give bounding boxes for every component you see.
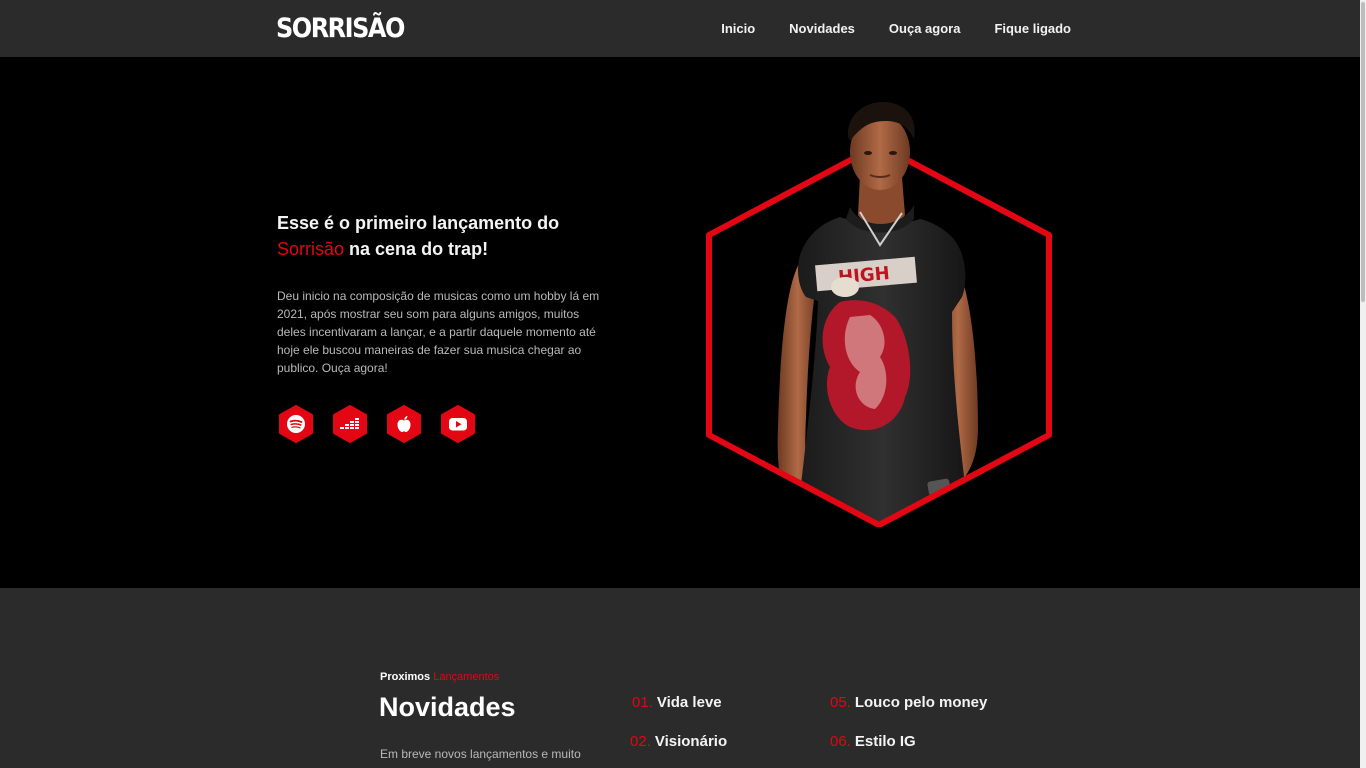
deezer-icon [333,405,367,443]
track-name: Vida leve [656,694,722,711]
news-text: Em breve novos lançamentos e muito [380,747,581,761]
brand-logo[interactable]: Sorrisão [276,14,405,43]
track-name: Estilo IG [854,733,916,750]
track-name: Louco pelo money [854,694,988,711]
track-item[interactable]: 06. Estilo IG [830,733,916,750]
kicker-text: Proximos [380,671,431,683]
headline-artist-name: Sorrisão [277,239,345,259]
headline-text: Esse é o primeiro lançamento do [277,213,560,233]
track-number: 01. [632,694,653,711]
apple-music-button[interactable] [385,405,423,443]
hero-description: Deu inicio na composição de musicas como… [277,289,600,375]
headline-text-end: na cena do trap! [344,239,489,259]
nav-item-novidades[interactable]: Novidades [789,21,855,36]
track-name: Visionário [654,733,728,750]
nav-item-fique-ligado[interactable]: Fique ligado [994,21,1071,36]
news-kicker: Proximos Lançamentos [380,671,499,683]
kicker-accent: Lançamentos [433,671,500,683]
deezer-button[interactable] [331,405,369,443]
youtube-icon [441,405,475,443]
news-section: Proximos Lançamentos Novidades Em breve … [0,588,1360,768]
page-scrollbar[interactable] [1360,0,1366,768]
news-title: Novidades [379,692,516,722]
spotify-button[interactable] [277,405,315,443]
nav-item-inicio[interactable]: Inicio [721,21,755,36]
site-header: Sorrisão Inicio Novidades Ouça agora Fiq… [0,0,1360,57]
youtube-button[interactable] [439,405,477,443]
hero-section: Esse é o primeiro lançamento do Sorrisão … [0,57,1360,588]
main-nav: Inicio Novidades Ouça agora Fique ligado [721,21,1071,36]
track-number: 02. [630,733,651,750]
track-item[interactable]: 02. Visionário [630,733,727,750]
track-number: 05. [830,694,851,711]
track-number: 06. [830,733,851,750]
apple-icon [387,405,421,443]
track-item[interactable]: 05. Louco pelo money [830,694,987,711]
hero-headline: Esse é o primeiro lançamento do Sorrisão … [277,210,597,262]
artist-portrait: HIGH [700,97,1060,528]
track-item[interactable]: 01. Vida leve [632,694,722,711]
streaming-links [277,405,477,443]
scrollbar-thumb[interactable] [1361,2,1365,302]
nav-item-ouca-agora[interactable]: Ouça agora [889,21,961,36]
artist-photo-illustration: HIGH [706,101,1052,528]
spotify-icon [279,405,313,443]
